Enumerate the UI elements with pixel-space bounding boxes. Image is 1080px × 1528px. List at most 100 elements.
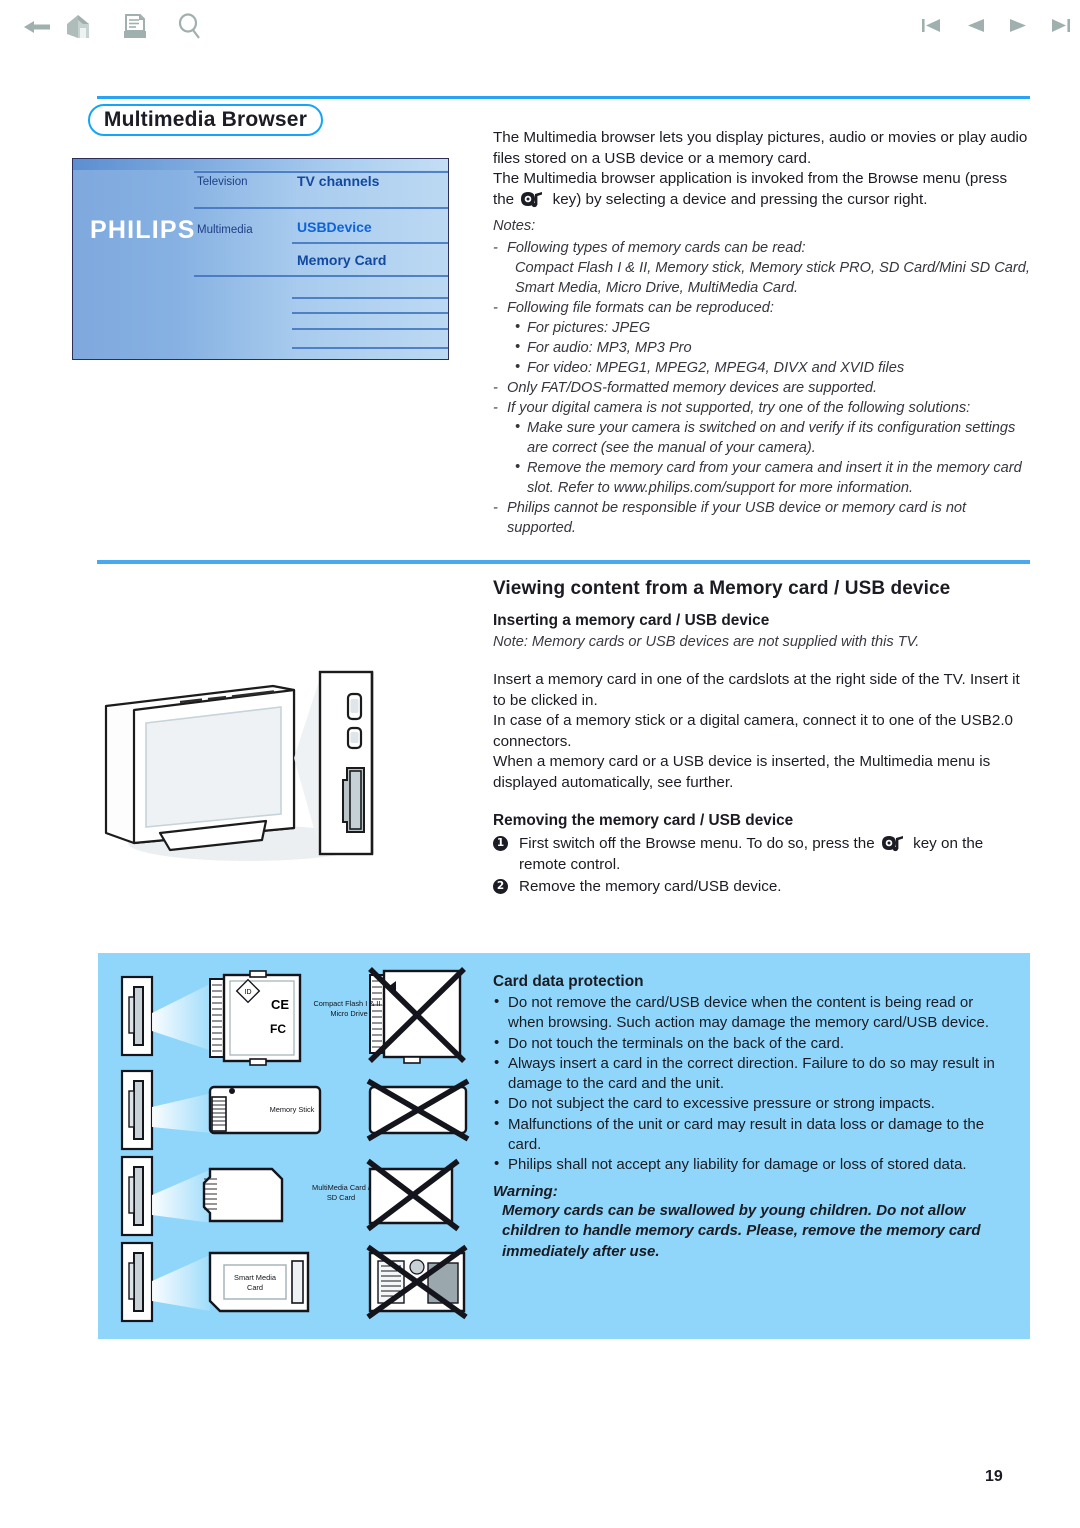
card-label-multimedia-sd: MultiMedia Card / SD Card bbox=[298, 1183, 384, 1202]
notes-heading: Notes: bbox=[493, 218, 536, 234]
osd-divider bbox=[194, 275, 448, 277]
search-magnifier-icon[interactable] bbox=[173, 10, 207, 44]
home-icon[interactable] bbox=[62, 10, 96, 44]
osd-divider bbox=[292, 242, 448, 244]
note-subtext: For video: MPEG1, MPEG2, MPEG4, DIVX and… bbox=[527, 360, 905, 376]
document-print-icon[interactable] bbox=[118, 10, 152, 44]
back-arrow-icon[interactable] bbox=[20, 10, 54, 44]
warning-body: Memory cards can be swallowed by young c… bbox=[502, 1202, 981, 1260]
card-protection-text: Malfunctions of the unit or card may res… bbox=[508, 1115, 985, 1154]
intro-paragraph-1: The Multimedia browser lets you display … bbox=[493, 129, 1028, 167]
round-bullet-icon: • bbox=[494, 1155, 500, 1173]
step-number-badge: 1 bbox=[493, 836, 508, 851]
osd-divider bbox=[194, 207, 448, 209]
previous-page-icon[interactable] bbox=[962, 10, 990, 44]
dash-bullet-icon: - bbox=[493, 380, 498, 396]
warning-block: Warning: Memory cards can be swallowed b… bbox=[493, 1183, 1013, 1262]
notes-block: Notes: - Following types of memory cards… bbox=[493, 216, 1030, 538]
note-subitem: • For pictures: JPEG bbox=[515, 318, 1030, 338]
note-text: Following types of memory cards can be r… bbox=[507, 240, 806, 256]
header-rule bbox=[97, 96, 1030, 99]
page-number: 19 bbox=[985, 1468, 1003, 1485]
viewer-toolbar bbox=[0, 0, 1080, 58]
osd-divider bbox=[292, 347, 448, 349]
card-protection-text: Do not remove the card/USB device when t… bbox=[508, 994, 990, 1032]
note-item: - Following types of memory cards can be… bbox=[493, 238, 1030, 258]
card-protection-item: • Do not touch the terminals on the back… bbox=[493, 1034, 1013, 1054]
philips-logo: PHILIPS bbox=[90, 216, 196, 244]
card-label-compact-flash: Compact Flash I & II / Micro Drive bbox=[304, 999, 394, 1018]
note-item: - Only FAT/DOS-formatted memory devices … bbox=[493, 378, 1030, 398]
card-protection-text: Do not subject the card to excessive pre… bbox=[508, 1095, 935, 1113]
insert-paragraph-2: In case of a memory stick or a digital c… bbox=[493, 712, 1014, 750]
card-protection-panel: ID CE FC Compact Flash I & II / Micro Dr… bbox=[98, 953, 1030, 1339]
step-text-before: Remove the memory card/USB device. bbox=[519, 878, 782, 895]
notes-list: - Following types of memory cards can be… bbox=[493, 238, 1030, 538]
dash-bullet-icon: - bbox=[493, 300, 498, 316]
note-sublist: • Make sure your camera is switched on a… bbox=[493, 418, 1030, 498]
card-protection-text: Always insert a card in the correct dire… bbox=[508, 1054, 995, 1093]
note-text: Philips cannot be responsible if your US… bbox=[507, 500, 967, 536]
card-data-protection-block: Card data protection • Do not remove the… bbox=[493, 973, 1013, 1176]
section-rule bbox=[97, 560, 1030, 564]
intro-paragraphs: The Multimedia browser lets you display … bbox=[493, 128, 1030, 210]
last-page-icon[interactable] bbox=[1046, 10, 1074, 44]
intro-p2-after: key) by selecting a device and pressing … bbox=[552, 190, 928, 208]
note-not-supplied: Note: Memory cards or USB devices are no… bbox=[493, 634, 920, 650]
note-text: If your digital camera is not supported,… bbox=[507, 400, 971, 416]
note-continuation: Compact Flash I & II, Memory stick, Memo… bbox=[515, 260, 1030, 296]
note-subtext: For audio: MP3, MP3 Pro bbox=[527, 340, 692, 356]
card-label-line2: Card bbox=[246, 1282, 264, 1292]
osd-category-television[interactable]: Television bbox=[197, 176, 248, 188]
round-bullet-icon: • bbox=[494, 1033, 500, 1051]
osd-divider bbox=[292, 297, 448, 299]
note-item: - Following file formats can be reproduc… bbox=[493, 298, 1030, 318]
card-protection-item: • Do not subject the card to excessive p… bbox=[493, 1094, 1013, 1114]
osd-item-usbdevice[interactable]: USBDevice bbox=[297, 219, 372, 235]
dash-bullet-icon: - bbox=[493, 400, 498, 416]
round-bullet-icon: • bbox=[515, 339, 521, 355]
card-label-line2: Micro Drive bbox=[330, 1008, 368, 1018]
svg-text:FC: FC bbox=[270, 1022, 286, 1036]
osd-item-memory-card[interactable]: Memory Card bbox=[297, 252, 386, 268]
card-label-line1: MultiMedia Card / bbox=[312, 1183, 370, 1192]
note-subtext: Make sure your camera is switched on and… bbox=[527, 420, 1016, 456]
osd-category-multimedia[interactable]: Multimedia bbox=[197, 224, 253, 236]
note-subitem: • For video: MPEG1, MPEG2, MPEG4, DIVX a… bbox=[515, 358, 1030, 378]
round-bullet-icon: • bbox=[515, 459, 521, 475]
card-protection-item: • Malfunctions of the unit or card may r… bbox=[493, 1115, 1013, 1156]
insert-paragraph-1: Insert a memory card in one of the cards… bbox=[493, 671, 1020, 709]
subsection-heading-inserting: Inserting a memory card / USB device bbox=[493, 612, 770, 629]
note-subtext: Remove the memory card from your camera … bbox=[527, 460, 1022, 496]
removing-steps: 1 First switch off the Browse menu. To d… bbox=[493, 834, 1030, 900]
subsection-heading-removing: Removing the memory card / USB device bbox=[493, 812, 794, 829]
card-protection-heading: Card data protection bbox=[493, 973, 644, 990]
note-subitem: • Remove the memory card from your camer… bbox=[515, 458, 1030, 498]
dash-bullet-icon: - bbox=[493, 500, 498, 516]
insert-paragraph-3: When a memory card or a USB device is in… bbox=[493, 753, 991, 791]
round-bullet-icon: • bbox=[515, 319, 521, 335]
step-item: 1 First switch off the Browse menu. To d… bbox=[493, 834, 1030, 875]
dash-bullet-icon: - bbox=[493, 240, 498, 256]
round-bullet-icon: • bbox=[515, 359, 521, 375]
card-protection-list: • Do not remove the card/USB device when… bbox=[493, 993, 1013, 1176]
osd-item-tv-channels[interactable]: TV channels bbox=[297, 173, 379, 189]
round-bullet-icon: • bbox=[494, 1053, 500, 1071]
step-number-badge: 2 bbox=[493, 879, 508, 894]
card-protection-item: • Philips shall not accept any liability… bbox=[493, 1155, 1013, 1175]
card-protection-text: Do not touch the terminals on the back o… bbox=[508, 1034, 845, 1052]
note-subitem: • For audio: MP3, MP3 Pro bbox=[515, 338, 1030, 358]
note-text: Following file formats can be reproduced… bbox=[507, 300, 774, 316]
first-page-icon[interactable] bbox=[918, 10, 946, 44]
round-bullet-icon: • bbox=[494, 1114, 500, 1132]
card-label-line2: SD Card bbox=[326, 1192, 356, 1202]
osd-menu-screenshot: PHILIPS Television Multimedia TV channel… bbox=[72, 158, 449, 360]
card-label-line1: Compact Flash I & II / bbox=[313, 999, 385, 1008]
warning-title: Warning: bbox=[493, 1183, 558, 1200]
next-page-icon[interactable] bbox=[1004, 10, 1032, 44]
memory-card-orientation-diagram: ID CE FC Compact Flash I & II / Micro Dr… bbox=[112, 961, 482, 1331]
osd-divider bbox=[292, 312, 448, 314]
card-label-line1: Memory Stick bbox=[269, 1105, 315, 1114]
note-item: - Philips cannot be responsible if your … bbox=[493, 498, 1030, 538]
svg-text:CE: CE bbox=[271, 997, 289, 1012]
